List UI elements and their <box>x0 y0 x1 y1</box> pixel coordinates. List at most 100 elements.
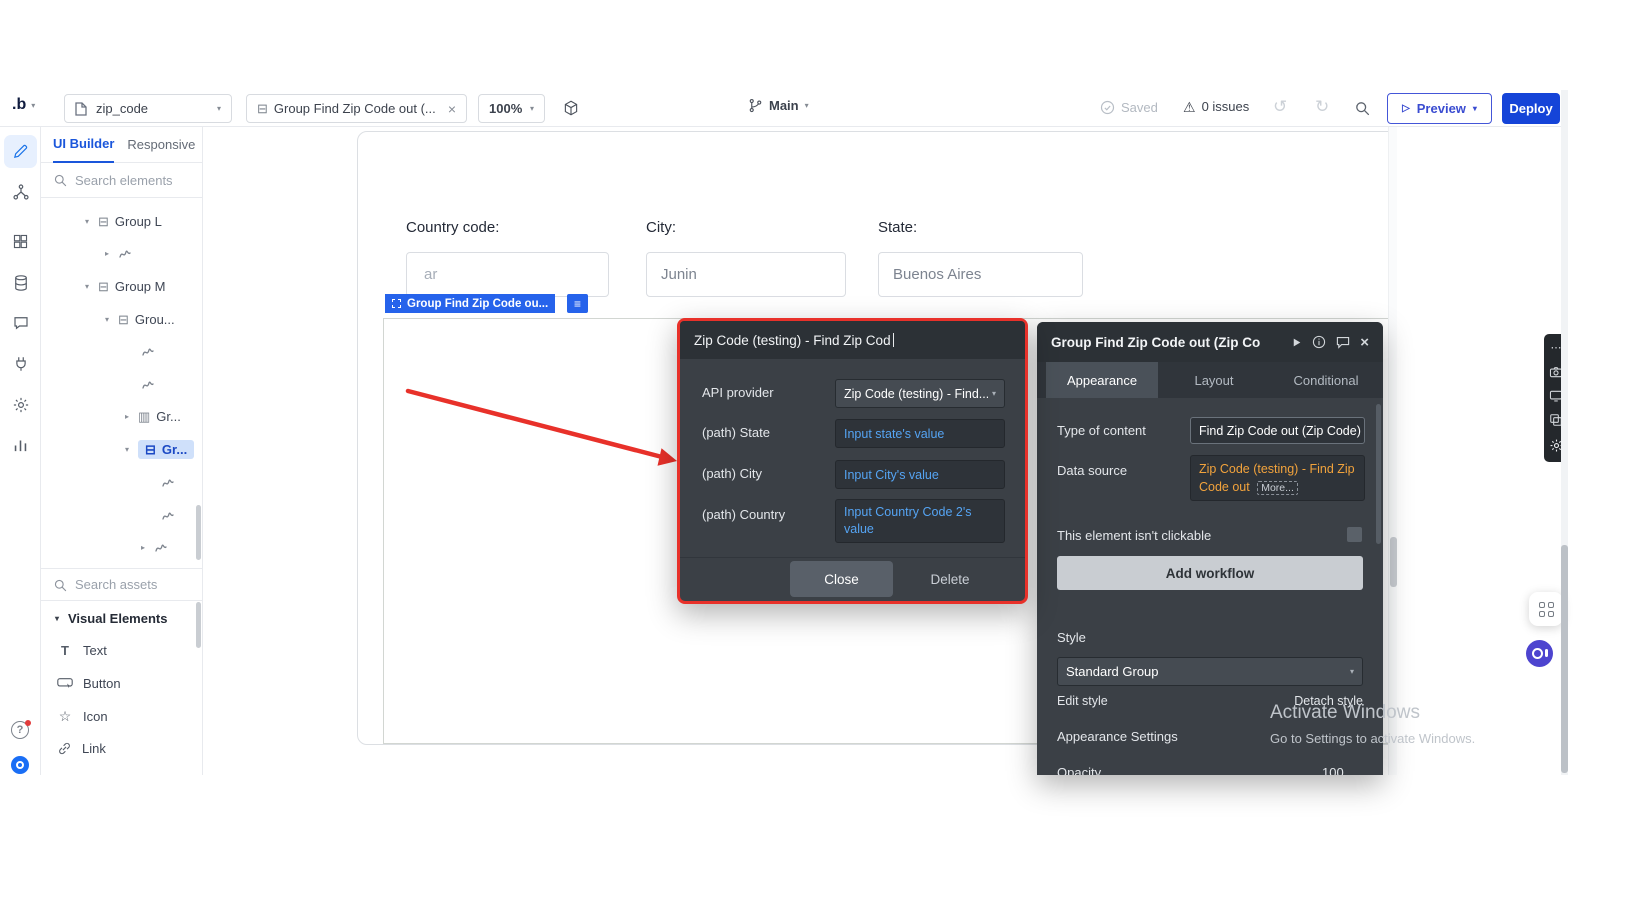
info-icon[interactable] <box>1312 335 1326 349</box>
caret-right-icon[interactable]: ▸ <box>125 412 138 421</box>
tree-item[interactable] <box>41 368 197 401</box>
tree-item[interactable]: ▸ <box>41 531 197 564</box>
tree-item[interactable] <box>41 335 197 368</box>
assistant-bubble-icon[interactable] <box>11 756 29 774</box>
plugins-tab-icon[interactable] <box>8 351 33 376</box>
path-state-input[interactable]: Input state's value <box>835 419 1005 448</box>
branch-selector[interactable]: Main ▾ <box>748 98 809 113</box>
search-elements[interactable] <box>41 163 202 198</box>
path-city-input[interactable]: Input City's value <box>835 460 1005 489</box>
inspector-title-bar[interactable]: Group Find Zip Code out (Zip Co × <box>1037 322 1383 362</box>
canvas-scrollbar-thumb[interactable] <box>1390 537 1397 587</box>
bubble-logo[interactable]: .b ▾ <box>12 96 35 114</box>
tree-item[interactable]: ▸ <box>41 237 197 270</box>
tree-item[interactable]: ▾ ⊟ Group M <box>41 270 197 303</box>
popup-title-bar[interactable]: Zip Code (testing) - Find Zip Cod <box>680 321 1025 359</box>
tab-appearance[interactable]: Appearance <box>1046 362 1158 398</box>
palette-item-text[interactable]: T Text <box>41 634 202 667</box>
caret-down-icon[interactable]: ▾ <box>125 445 138 454</box>
tab-label: Layout <box>1194 373 1233 388</box>
component-library-icon[interactable] <box>562 99 580 122</box>
redo-icon[interactable]: ↻ <box>1315 97 1329 117</box>
selected-element-badge[interactable]: Group Find Zip Code ou... <box>385 294 555 313</box>
tree-item[interactable] <box>41 466 197 499</box>
tree-scrollbar-thumb[interactable] <box>196 505 201 560</box>
palette-item-button[interactable]: Button <box>41 667 202 700</box>
panel-tabs: UI Builder Responsive <box>41 127 202 163</box>
type-of-content-input[interactable]: Find Zip Code out (Zip Code) <box>1190 417 1365 444</box>
chat-tab-icon[interactable] <box>8 310 33 335</box>
run-icon[interactable] <box>1291 337 1302 348</box>
search-icon[interactable] <box>1354 100 1370 121</box>
workflow-tab-icon[interactable] <box>8 179 33 204</box>
browser-scrollbar-thumb[interactable] <box>1561 545 1568 773</box>
tab-ui-builder[interactable]: UI Builder <box>53 127 114 163</box>
close-button[interactable]: Close <box>790 561 893 597</box>
comment-icon[interactable] <box>1336 336 1350 349</box>
issues-indicator[interactable]: ⚠ 0 issues <box>1183 99 1249 114</box>
data-tab-icon[interactable] <box>8 270 33 295</box>
undo-icon[interactable]: ↺ <box>1273 97 1287 117</box>
layout-grid-icon[interactable] <box>8 229 33 254</box>
input-element-icon <box>161 477 175 489</box>
more-options-icon[interactable]: ⋯ <box>1551 343 1562 354</box>
path-country-input[interactable]: Input Country Code 2's value <box>835 499 1005 543</box>
search-assets[interactable] <box>41 568 202 601</box>
data-source-badge-icon[interactable]: ≡ <box>567 294 588 313</box>
state-input[interactable] <box>878 252 1083 297</box>
element-tab[interactable]: ⊟ Group Find Zip Code out (... × <box>246 94 467 123</box>
close-icon[interactable]: × <box>1360 335 1369 350</box>
tree-item[interactable] <box>41 499 197 532</box>
pencil-icon <box>12 143 29 160</box>
popup-title: Zip Code (testing) - Find Zip Cod <box>694 333 891 348</box>
edit-style-link[interactable]: Edit style <box>1057 694 1108 708</box>
api-provider-dropdown[interactable]: Zip Code (testing) - Find... ▾ <box>835 379 1005 408</box>
data-source-input[interactable]: Zip Code (testing) - Find Zip Code out M… <box>1190 455 1365 501</box>
style-dropdown[interactable]: Standard Group ▾ <box>1057 657 1363 686</box>
zoom-selector[interactable]: 100% ▾ <box>478 94 545 123</box>
app-selector[interactable]: zip_code ▾ <box>64 94 232 123</box>
visual-elements-header[interactable]: ▾ Visual Elements <box>41 602 197 635</box>
help-icon[interactable]: ? <box>11 721 29 739</box>
deploy-label: Deploy <box>1509 101 1552 116</box>
add-workflow-button[interactable]: Add workflow <box>1057 556 1363 590</box>
city-input[interactable] <box>646 252 846 297</box>
star-icon: ☆ <box>57 708 73 725</box>
search-elements-input[interactable] <box>75 173 183 188</box>
tree-item[interactable]: ▸ ▥ Gr... <box>41 400 197 433</box>
more-chip[interactable]: More... <box>1257 481 1298 495</box>
settings-tab-icon[interactable] <box>8 392 33 417</box>
tab-responsive[interactable]: Responsive <box>127 137 195 152</box>
logs-tab-icon[interactable] <box>8 433 33 458</box>
caret-down-icon[interactable]: ▾ <box>85 282 98 291</box>
country-code-input[interactable] <box>406 252 609 297</box>
caret-right-icon[interactable]: ▸ <box>141 543 154 552</box>
apps-grid-button[interactable] <box>1529 592 1563 626</box>
caret-down-icon[interactable]: ▾ <box>105 315 118 324</box>
caret-down-icon[interactable]: ▾ <box>85 217 98 226</box>
deploy-button[interactable]: Deploy <box>1502 93 1560 124</box>
tab-layout[interactable]: Layout <box>1158 362 1270 398</box>
clickable-checkbox[interactable] <box>1347 527 1362 542</box>
tree-item[interactable]: ▾ ⊟ Grou... <box>41 303 197 336</box>
search-assets-input[interactable] <box>75 577 183 592</box>
appearance-settings-header: Appearance Settings <box>1057 729 1178 744</box>
inspector-scrollbar-thumb[interactable] <box>1376 404 1381 544</box>
tree-item[interactable]: ▾ ⊟ Group L <box>41 205 197 238</box>
tree-item-selected[interactable]: ▾ ⊟ Gr... <box>41 433 197 466</box>
close-tab-icon[interactable]: × <box>448 101 456 117</box>
preview-button[interactable]: ▷ Preview ▾ <box>1387 93 1492 124</box>
caret-down-icon[interactable]: ▾ <box>55 614 68 623</box>
browser-scrollbar[interactable] <box>1561 90 1568 775</box>
tab-conditional[interactable]: Conditional <box>1270 362 1382 398</box>
canvas-scrollbar[interactable] <box>1388 127 1397 775</box>
search-icon <box>53 173 67 187</box>
ai-assistant-button[interactable] <box>1526 640 1553 667</box>
design-tab-icon[interactable] <box>4 135 37 168</box>
palette-item-link[interactable]: Link <box>41 732 202 765</box>
assets-scrollbar-thumb[interactable] <box>196 602 201 648</box>
caret-right-icon[interactable]: ▸ <box>105 249 118 258</box>
palette-item-icon[interactable]: ☆ Icon <box>41 700 202 733</box>
selected-highlight: ⊟ Gr... <box>138 440 194 459</box>
delete-button[interactable]: Delete <box>915 561 985 597</box>
